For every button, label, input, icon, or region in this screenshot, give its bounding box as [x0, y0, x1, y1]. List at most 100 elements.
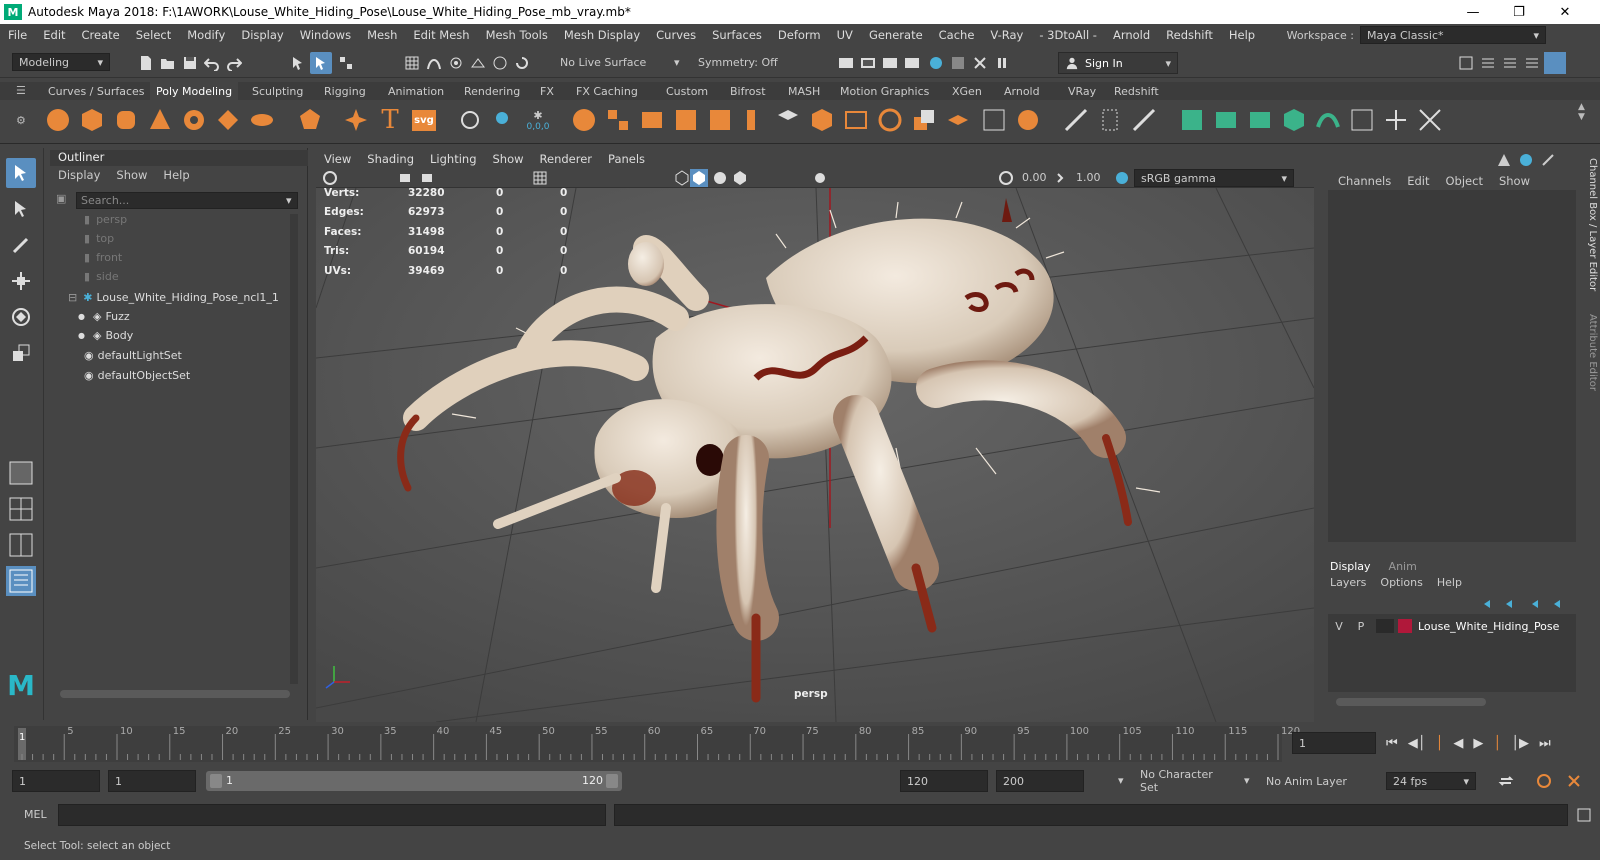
shelf-menu-icon[interactable]: ☰: [16, 84, 30, 98]
layer-tab-anim[interactable]: Anim: [1389, 560, 1417, 573]
quad-draw-icon[interactable]: [944, 106, 972, 134]
viewport-menu-lighting[interactable]: Lighting: [422, 152, 484, 166]
select-component-icon[interactable]: [338, 55, 354, 71]
bookmark-icon[interactable]: [420, 170, 436, 186]
new-scene-icon[interactable]: [138, 55, 154, 71]
platonic-solid-icon[interactable]: [296, 106, 324, 134]
shadows-icon[interactable]: [812, 170, 828, 186]
viewport-menu-show[interactable]: Show: [485, 152, 532, 166]
mirror-icon[interactable]: [980, 106, 1008, 134]
snap-live-icon[interactable]: [492, 55, 508, 71]
outliner-menu-display[interactable]: Display: [50, 168, 108, 182]
uv-auto-icon[interactable]: [1178, 106, 1206, 134]
go-to-start-icon[interactable]: ⏮: [1386, 736, 1398, 751]
render-frame-icon[interactable]: [860, 55, 876, 71]
rotate-tool-icon[interactable]: [6, 302, 36, 332]
lasso-tool-icon[interactable]: [6, 194, 36, 224]
svg-tool-button[interactable]: svg: [410, 106, 438, 134]
viewport-scene[interactable]: Verts: 32280 0 0 Edges: 62973 0 0 Faces:…: [315, 187, 1315, 723]
poly-sphere-icon[interactable]: [44, 106, 72, 134]
textured-icon[interactable]: [712, 170, 728, 186]
lights-icon[interactable]: [732, 170, 748, 186]
snap-point-icon[interactable]: [448, 55, 464, 71]
fill-hole-icon[interactable]: [774, 106, 802, 134]
outliner-item[interactable]: ▮ front: [84, 248, 122, 267]
render-settings-icon[interactable]: [904, 55, 920, 71]
channel-box-menu-object[interactable]: Object: [1438, 174, 1491, 188]
color-management-icon[interactable]: [1114, 170, 1130, 186]
shelf-tab-fx[interactable]: FX: [534, 82, 560, 100]
edit-edge-flow-icon[interactable]: [1062, 106, 1090, 134]
side-tab-channel-box[interactable]: Channel Box / Layer Editor: [1586, 158, 1598, 291]
play-forwards-icon[interactable]: ▶: [1473, 736, 1483, 751]
uv-planar-icon[interactable]: [1212, 106, 1240, 134]
menu-file[interactable]: File: [0, 28, 35, 42]
layer-name[interactable]: Louse_White_Hiding_Pose: [1418, 620, 1559, 633]
gear-icon[interactable]: ⚙: [16, 114, 30, 128]
smooth-icon[interactable]: [638, 106, 666, 134]
vray-render-icon[interactable]: [950, 55, 966, 71]
outliner-item[interactable]: ● ◈ Fuzz: [78, 307, 130, 326]
chevron-down-icon[interactable]: ▾: [1118, 774, 1124, 787]
menu-help[interactable]: Help: [1221, 28, 1263, 42]
layer-playback-toggle[interactable]: P: [1350, 620, 1372, 633]
outliner-item[interactable]: ◉ defaultLightSet: [84, 346, 182, 365]
current-frame-field[interactable]: 1: [1292, 732, 1376, 754]
shelf-scroll-icon[interactable]: ▲ ▼: [1578, 102, 1585, 122]
loop-icon[interactable]: [1498, 773, 1514, 789]
shelf-tab-custom[interactable]: Custom: [660, 82, 714, 100]
poly-plane-icon[interactable]: [214, 106, 242, 134]
mel-label[interactable]: MEL: [24, 808, 47, 821]
paint-select-icon[interactable]: [6, 230, 36, 260]
uv-sew-icon[interactable]: [1416, 106, 1444, 134]
undo-icon[interactable]: [204, 55, 220, 71]
anim-layer-field[interactable]: No Anim Layer: [1260, 772, 1364, 790]
outliner-item[interactable]: ● ◈ Body: [78, 326, 133, 345]
colorspace-dropdown[interactable]: sRGB gamma ▾: [1134, 169, 1294, 187]
channel-box-menu-channels[interactable]: Channels: [1330, 174, 1399, 188]
append-polygon-icon[interactable]: [808, 106, 836, 134]
menu-mesh-display[interactable]: Mesh Display: [556, 28, 648, 42]
playback-end-field[interactable]: 120: [900, 770, 988, 792]
menu-windows[interactable]: Windows: [292, 28, 359, 42]
chevron-down-icon[interactable]: ▾: [286, 194, 292, 207]
text-tool-icon[interactable]: T: [376, 105, 404, 135]
animation-start-field[interactable]: 1: [12, 770, 100, 792]
animation-preferences-icon[interactable]: [1566, 773, 1582, 789]
reduce-icon[interactable]: [1014, 106, 1042, 134]
workspace-dropdown[interactable]: Maya Classic* ▾: [1360, 26, 1546, 44]
script-editor-icon[interactable]: [1576, 807, 1592, 823]
poly-cone-icon[interactable]: [146, 106, 174, 134]
range-start-handle[interactable]: [210, 774, 222, 788]
mel-command-input[interactable]: [58, 804, 606, 826]
ipr-render-icon[interactable]: [882, 55, 898, 71]
layer-menu-help[interactable]: Help: [1437, 576, 1462, 589]
range-slider-bar[interactable]: 1 120: [206, 771, 622, 791]
play-backwards-icon[interactable]: ◀: [1453, 736, 1463, 751]
layer-menu-layers[interactable]: Layers: [1330, 576, 1366, 589]
move-tool-icon[interactable]: [6, 266, 36, 296]
side-tab-attribute-editor[interactable]: Attribute Editor: [1586, 314, 1598, 391]
shelf-tab-mash[interactable]: MASH: [782, 82, 826, 100]
shelf-tab-vray[interactable]: VRay: [1062, 82, 1102, 100]
restore-icon[interactable]: ❐: [1496, 0, 1542, 24]
menu-redshift[interactable]: Redshift: [1158, 28, 1221, 42]
super-shape-icon[interactable]: [342, 106, 370, 134]
target-weld-icon[interactable]: [876, 106, 904, 134]
menu-cache[interactable]: Cache: [931, 28, 983, 42]
pause-icon[interactable]: [994, 55, 1010, 71]
time-ruler[interactable]: [0, 726, 1290, 762]
shelf-tab-xgen[interactable]: XGen: [946, 82, 988, 100]
bevel-icon[interactable]: [740, 106, 768, 134]
four-view-layout-icon[interactable]: [6, 494, 36, 524]
snap-curve-icon[interactable]: [426, 55, 442, 71]
slide-edge-icon[interactable]: [1096, 106, 1124, 134]
shelf-tab-animation[interactable]: Animation: [382, 82, 450, 100]
layer-tab-display[interactable]: Display: [1330, 560, 1371, 573]
layer-visibility-toggle[interactable]: V: [1328, 620, 1350, 633]
tool-settings-icon[interactable]: [1502, 55, 1518, 71]
shelf-tab-motion-graphics[interactable]: Motion Graphics: [834, 82, 935, 100]
connect-icon[interactable]: [910, 106, 938, 134]
camera-select-icon[interactable]: [322, 170, 338, 186]
collapse-icon[interactable]: ⊟: [68, 291, 77, 304]
